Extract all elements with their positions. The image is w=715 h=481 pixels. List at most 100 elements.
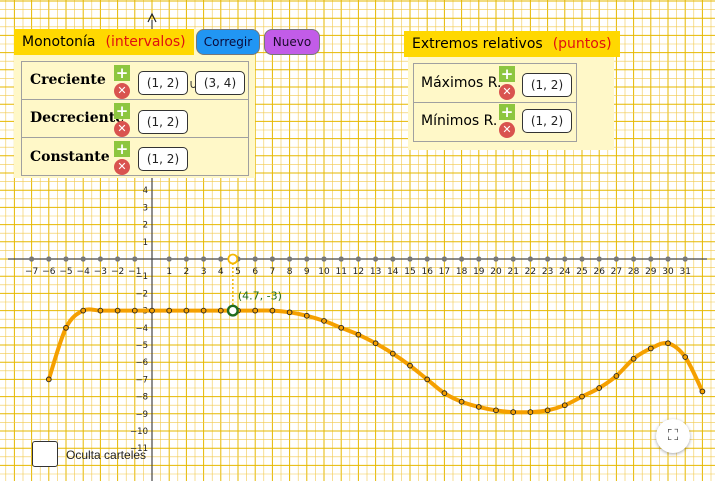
x-axis-point — [510, 256, 516, 262]
x-tick-label: 7 — [270, 267, 276, 277]
x-tick-label: 29 — [645, 267, 657, 277]
curve-point — [561, 402, 568, 409]
x-axis-point — [527, 256, 534, 262]
x-axis-point — [459, 256, 465, 262]
curve-point — [596, 385, 603, 391]
x-axis-point — [287, 256, 293, 262]
x-axis-point — [304, 256, 310, 262]
remove-icon[interactable]: ✕ — [499, 84, 515, 100]
y-tick-label: 1 — [143, 238, 148, 248]
monotonia-header: Monotonía (intervalos) — [14, 29, 194, 55]
curve-point — [493, 407, 499, 414]
y-tick-label: −7 — [135, 375, 148, 385]
x-tick-label: −4 — [77, 267, 91, 277]
x-axis-point — [476, 256, 482, 262]
monotonia-subtitle: (intervalos) — [105, 34, 186, 50]
x-axis-point — [407, 256, 413, 262]
x-tick-label: 14 — [387, 267, 399, 277]
x-axis-point — [682, 256, 688, 262]
x-axis-point — [493, 256, 499, 262]
x-axis-point — [269, 256, 275, 262]
y-tick-label: −8 — [135, 393, 148, 403]
minimos-input[interactable]: (1, 2) — [522, 109, 572, 133]
x-tick-label: 26 — [593, 267, 605, 277]
curve-point — [355, 331, 362, 338]
x-tick-label: 28 — [628, 267, 640, 277]
add-icon[interactable]: + — [499, 66, 515, 82]
curve-point — [682, 354, 689, 360]
remove-icon[interactable]: ✕ — [114, 159, 130, 175]
x-axis-point — [613, 256, 620, 262]
x-tick-label: 18 — [456, 267, 468, 277]
x-tick-label: 23 — [542, 267, 553, 277]
x-tick-label: 30 — [662, 267, 674, 277]
curve-point — [63, 324, 69, 331]
add-icon[interactable]: + — [499, 104, 515, 120]
x-axis-point — [648, 256, 654, 262]
x-tick-label: 8 — [287, 267, 293, 277]
minimos-label: Mínimos R. — [421, 113, 498, 129]
y-tick-label: −2 — [135, 289, 148, 299]
curve-point — [321, 318, 327, 324]
y-tick-label: −9 — [135, 410, 148, 420]
x-axis-point — [545, 256, 551, 262]
curve-point — [166, 307, 173, 314]
x-tick-label: 15 — [404, 267, 415, 277]
extremos-subtitle: (puntos) — [552, 36, 612, 52]
remove-icon[interactable]: ✕ — [114, 121, 130, 137]
curve-point — [630, 355, 637, 362]
x-tick-label: 12 — [353, 267, 364, 277]
extremos-title: Extremos relativos — [412, 36, 543, 52]
x-tick-label: 31 — [679, 267, 690, 277]
curve-point — [510, 409, 517, 415]
curve-point — [45, 376, 52, 383]
curve-point — [131, 307, 138, 314]
creciente-input-1[interactable]: (1, 2) — [138, 71, 188, 95]
creciente-input-2[interactable]: (3, 4) — [195, 71, 245, 95]
maximos-input[interactable]: (1, 2) — [522, 73, 572, 97]
x-tick-label: 9 — [304, 267, 310, 277]
constante-input-1[interactable]: (1, 2) — [138, 147, 188, 171]
curve-point — [389, 350, 396, 357]
curve-point — [372, 340, 379, 347]
x-tick-label: 25 — [576, 267, 587, 277]
fullscreen-icon[interactable]: ⛶ — [656, 419, 690, 453]
curve-point — [424, 376, 431, 383]
remove-icon[interactable]: ✕ — [499, 122, 515, 138]
curve-point — [527, 409, 534, 415]
y-tick-label: 2 — [143, 221, 148, 231]
curve-point — [114, 307, 121, 314]
oculta-carteles-checkbox[interactable] — [32, 441, 58, 467]
y-tick-label: −6 — [135, 358, 148, 368]
x-axis-point — [631, 256, 637, 262]
curve-point — [217, 307, 224, 314]
curve-point — [252, 307, 259, 314]
remove-icon[interactable]: ✕ — [114, 83, 130, 99]
x-tick-label: 5 — [235, 267, 241, 277]
curve-point — [303, 312, 310, 319]
curve-point — [407, 362, 413, 369]
x-tick-label: 27 — [611, 267, 622, 277]
x-tick-label: 10 — [318, 267, 330, 277]
constante-label: Constante — [30, 149, 110, 165]
curve-point — [613, 373, 620, 379]
add-icon[interactable]: + — [114, 65, 130, 81]
corregir-button[interactable]: Corregir — [196, 29, 260, 55]
curve-point — [475, 404, 482, 410]
x-axis-point — [201, 256, 207, 262]
add-icon[interactable]: + — [114, 141, 130, 157]
x-projection-point — [227, 253, 239, 265]
curve-point — [80, 307, 87, 314]
nuevo-button[interactable]: Nuevo — [264, 29, 320, 55]
curve-point — [665, 340, 671, 347]
x-axis-point — [562, 256, 568, 262]
decreciente-input-1[interactable]: (1, 2) — [138, 110, 188, 134]
marked-point — [226, 304, 239, 317]
add-icon[interactable]: + — [114, 103, 130, 119]
curve-point — [286, 309, 293, 316]
decreciente-label: Decreciente — [30, 110, 125, 126]
x-tick-label: 16 — [421, 267, 433, 277]
x-tick-label: −6 — [42, 267, 56, 277]
x-axis-point — [424, 256, 430, 262]
x-axis-point — [63, 256, 69, 262]
